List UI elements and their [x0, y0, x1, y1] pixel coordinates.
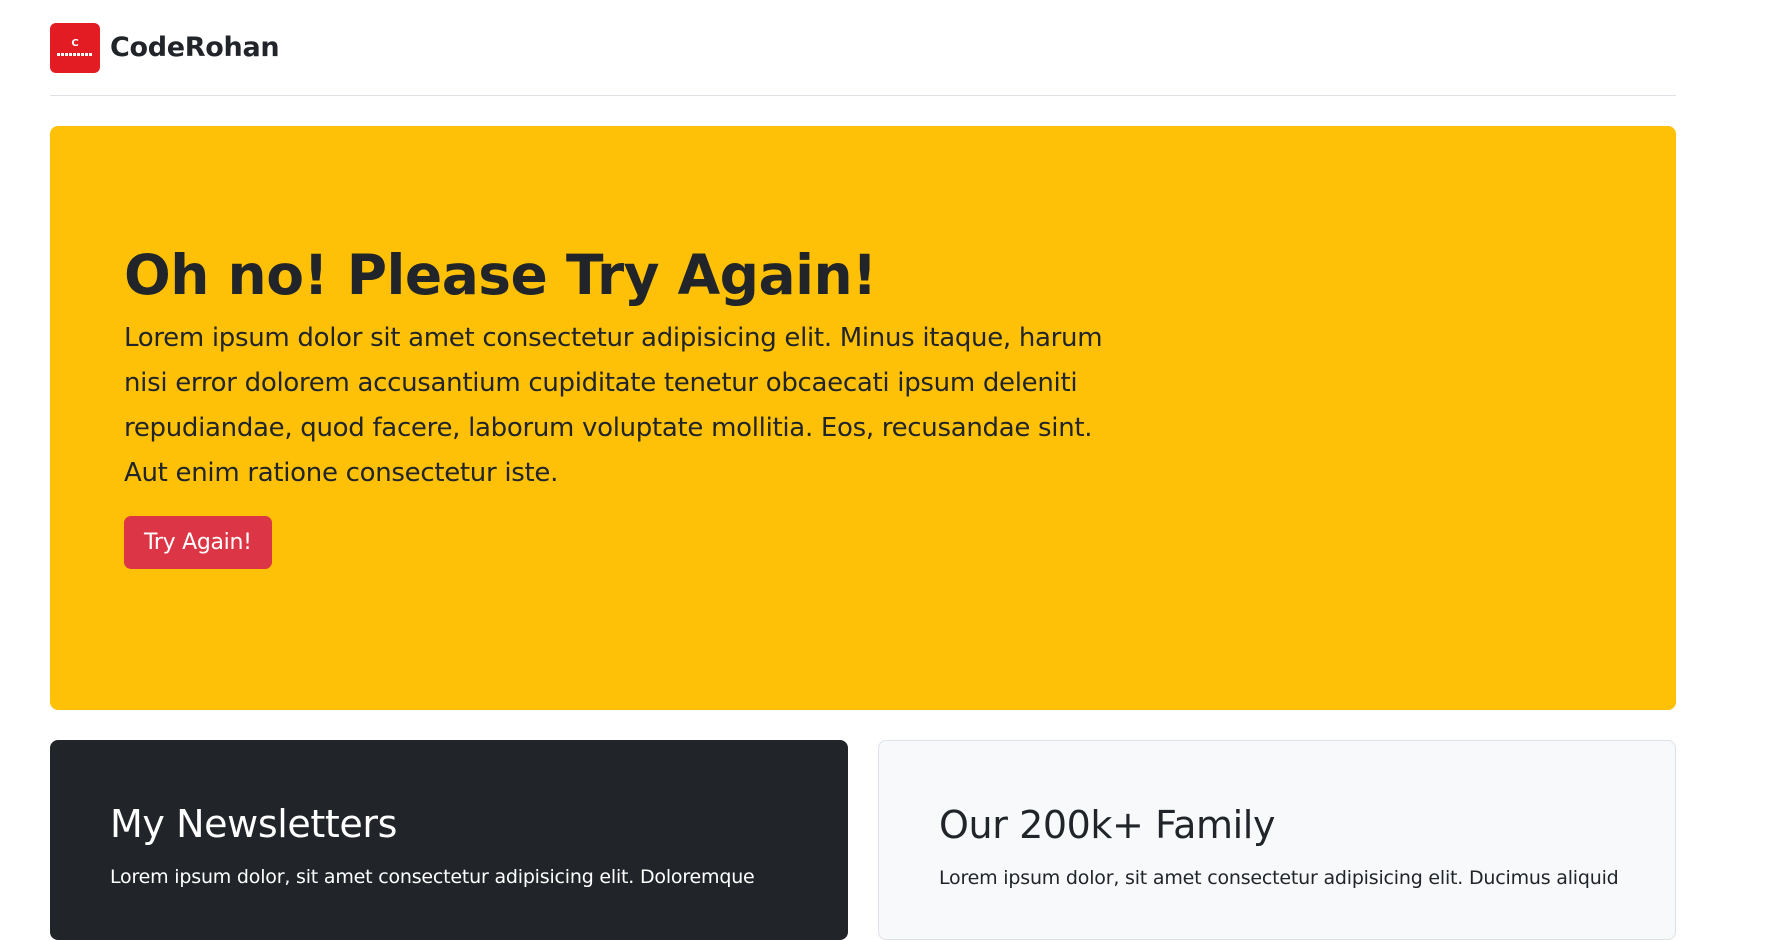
hero-title: Oh no! Please Try Again!: [124, 243, 877, 307]
family-card-text: Lorem ipsum dolor, sit amet consectetur …: [939, 866, 1619, 889]
brand-logo-icon[interactable]: C: [50, 22, 100, 73]
hero-banner: Oh no! Please Try Again! Lorem ipsum dol…: [50, 126, 1676, 710]
newsletter-card-title: My Newsletters: [110, 802, 397, 846]
family-card: Our 200k+ Family Lorem ipsum dolor, sit …: [878, 740, 1676, 940]
site-header: C CodeRohan: [50, 0, 1676, 96]
brand-name[interactable]: CodeRohan: [110, 32, 280, 63]
page-container: C CodeRohan Oh no! Please Try Again! Lor…: [50, 0, 1676, 940]
logo-bar: [57, 53, 93, 56]
try-again-button[interactable]: Try Again!: [124, 516, 272, 569]
newsletter-card: My Newsletters Lorem ipsum dolor, sit am…: [50, 740, 848, 940]
hero-body: Lorem ipsum dolor sit amet consectetur a…: [124, 323, 1103, 488]
logo-letter: C: [71, 38, 79, 49]
newsletter-card-text: Lorem ipsum dolor, sit amet consectetur …: [110, 865, 755, 888]
family-card-title: Our 200k+ Family: [939, 803, 1276, 847]
cards-row: My Newsletters Lorem ipsum dolor, sit am…: [50, 740, 1676, 940]
